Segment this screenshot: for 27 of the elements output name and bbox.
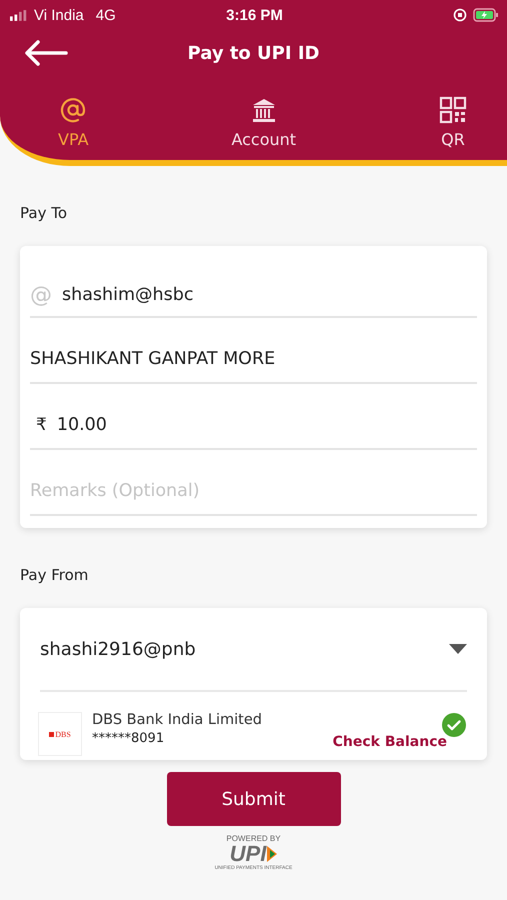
dropdown-caret-icon	[449, 644, 467, 654]
network-type: 4G	[96, 6, 116, 24]
carrier-name: Vi India	[34, 6, 84, 24]
tab[interactable]: VPA	[58, 96, 89, 149]
account-number: ******8091	[92, 731, 166, 746]
submit-button[interactable]: Submit	[166, 772, 340, 826]
bank-name: DBS Bank India Limited	[92, 712, 263, 728]
tab[interactable]: QR	[439, 96, 467, 149]
input-field[interactable]: SHASHIKANT GANPAT MORE	[30, 318, 477, 384]
qr-code-icon	[439, 96, 467, 124]
at-sign: @	[30, 282, 52, 308]
check-balance-link[interactable]: Check Balance	[332, 734, 447, 750]
input-field[interactable]: @ shashim@hsbc	[30, 274, 477, 318]
clock-time: 3:16 PM	[226, 6, 283, 24]
bank-logo: DBS	[38, 712, 82, 756]
at-sign-icon	[59, 96, 88, 124]
section-heading: Pay From	[20, 565, 90, 586]
rupee-sign: ₹	[35, 415, 47, 435]
tab[interactable]: Account	[231, 96, 296, 149]
input-field[interactable]: ₹ 10.00	[30, 384, 477, 450]
page-title: Pay to UPI ID	[188, 42, 320, 64]
signal-icon	[10, 10, 28, 20]
battery-icon	[472, 8, 499, 22]
rotation-lock-icon	[452, 8, 467, 22]
back-arrow-icon[interactable]	[24, 40, 68, 66]
section-heading: Pay To	[20, 203, 68, 224]
upi-id-dropdown[interactable]: shashi2916@pnb	[40, 608, 467, 692]
